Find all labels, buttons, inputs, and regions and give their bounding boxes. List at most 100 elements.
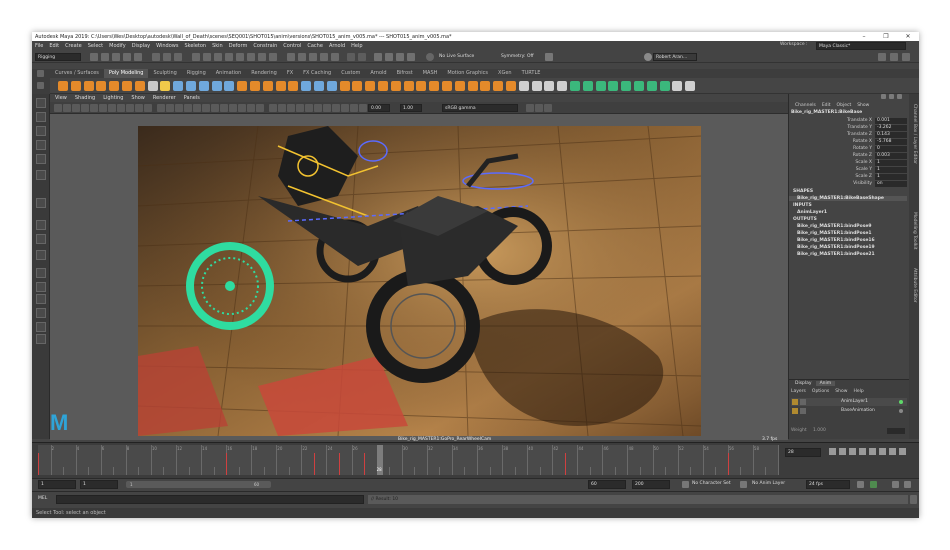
channel-row[interactable]: Rotate Y0 [789,145,919,152]
shelf-tool-icon[interactable] [518,81,529,91]
select-deformations-icon[interactable] [236,53,244,61]
viewport-tool-icon[interactable] [193,104,201,112]
menu-select[interactable]: Select [88,43,103,49]
weight-slider[interactable] [887,428,905,434]
tool-icon[interactable] [36,308,46,318]
go-end-icon[interactable] [899,448,906,455]
viewport-tool-icon[interactable] [175,104,183,112]
close-button[interactable]: ✕ [897,32,919,41]
shelf-tool-icon[interactable] [634,81,644,91]
shelf-tool-icon[interactable] [378,81,388,91]
shelf-tool-icon[interactable] [134,81,145,91]
shelf-tool-icon[interactable] [480,81,491,91]
select-dynamics-icon[interactable] [247,53,255,61]
shelf-tool-icon[interactable] [672,81,683,91]
time-slider-track[interactable]: 2468101214161820222426283032343638404244… [38,445,779,475]
channel-row[interactable]: Visibility on [789,180,919,187]
playback-end-field[interactable]: 60 [588,480,626,489]
shelf-tab-arnold[interactable]: Arnold [365,69,391,78]
exposure-field[interactable]: 0.00 [368,104,390,112]
tool-icon[interactable] [36,198,46,208]
undo-icon[interactable] [123,53,131,61]
shelf-tool-icon[interactable] [288,81,299,91]
shelf-tool-icon[interactable] [506,81,516,91]
animation-start-field[interactable]: 1 [38,480,76,489]
channel-value[interactable]: 1 [875,166,907,173]
channel-box-menu-channels[interactable]: Channels [795,103,816,108]
symmetry-dropdown[interactable]: Symmetry: Off [499,53,539,61]
select-rendering-icon[interactable] [258,53,266,61]
shelf-tool-icon[interactable] [557,81,568,91]
workspace-dropdown[interactable]: Maya Classic* [816,42,906,50]
shelf-tool-icon[interactable] [621,81,632,91]
channel-box-icon[interactable] [881,94,886,99]
output-node[interactable]: Bike_rig_MASTER1:bindPose21 [789,252,875,257]
shelf-tool-icon[interactable] [237,81,248,91]
shelf-tool-icon[interactable] [173,81,184,91]
viewport-tool-icon[interactable] [535,104,543,112]
command-input[interactable] [56,495,364,504]
viewport-tool-icon[interactable] [90,104,98,112]
viewport-tool-icon[interactable] [341,104,349,112]
toggle-tool-settings-icon[interactable] [902,53,910,61]
viewport-tool-icon[interactable] [238,104,246,112]
shelf-tool-icon[interactable] [58,81,68,91]
select-handles-icon[interactable] [192,53,200,61]
animation-end-field[interactable]: 200 [632,480,670,489]
viewport-menu-lighting[interactable]: Lighting [103,95,123,101]
select-curves-icon[interactable] [214,53,222,61]
shelf-tool-icon[interactable] [83,81,94,91]
shelf-tool-icon[interactable] [429,81,440,91]
viewport-menu-shading[interactable]: Shading [75,95,95,101]
shelf-tab-turtle[interactable]: TURTLE [517,69,546,78]
channel-value[interactable]: 0 [875,145,907,152]
viewport-menu-panels[interactable]: Panels [184,95,200,101]
viewport-tool-icon[interactable] [135,104,143,112]
select-hierarchy-icon[interactable] [152,53,160,61]
viewport-scene[interactable] [138,126,701,436]
viewport-tool-icon[interactable] [287,104,295,112]
snap-view-plane-icon[interactable] [320,53,328,61]
shelf-tool-icon[interactable] [224,81,235,91]
channel-value[interactable]: 1 [875,173,907,180]
shelf-tool-icon[interactable] [211,81,222,91]
shelf-tool-icon[interactable] [582,81,593,91]
menu-modify[interactable]: Modify [109,43,126,49]
shelf-tab-xgen[interactable]: XGen [493,69,517,78]
viewport-tool-icon[interactable] [72,104,80,112]
tool-icon[interactable] [36,140,46,150]
layer-row[interactable]: BaseAnimation [791,407,907,415]
menu-deform[interactable]: Deform [229,43,248,49]
layer-solo-icon[interactable] [800,408,806,414]
redo-icon[interactable] [134,53,142,61]
shelf-tab-poly-modeling[interactable]: Poly Modeling [103,69,149,78]
viewport-tool-icon[interactable] [332,104,340,112]
output-node[interactable]: Bike_rig_MASTER1:bindPose19 [789,245,875,250]
viewport-tool-icon[interactable] [184,104,192,112]
input-output-icon[interactable] [347,53,355,61]
tool-settings-icon[interactable] [897,94,902,99]
render-settings-icon[interactable] [396,53,404,61]
viewport-tool-icon[interactable] [256,104,264,112]
shelf-tool-icon[interactable] [467,81,478,91]
shelf-tab-rendering[interactable]: Rendering [246,69,282,78]
render-frame-icon[interactable] [374,53,382,61]
preferences-icon[interactable] [904,481,911,488]
keyframe-marker[interactable] [226,453,228,475]
shelf-tool-icon[interactable] [326,81,337,91]
channel-row[interactable]: Translate X 0.001 [789,117,919,124]
viewport-tool-icon[interactable] [202,104,210,112]
shelf-tool-icon[interactable] [352,81,363,91]
menu-constrain[interactable]: Constrain [253,43,277,49]
channel-value[interactable]: on [875,180,907,187]
side-tab-attribute-editor[interactable]: Attribute Editor [912,268,917,303]
shelf-tool-icon[interactable] [531,81,542,91]
shelf-tool-icon[interactable] [147,81,158,91]
keyframe-marker[interactable] [38,453,39,475]
viewport-tool-icon[interactable] [99,104,107,112]
viewport-menu-renderer[interactable]: Renderer [153,95,176,101]
tool-icon[interactable] [36,268,46,278]
select-misc-icon[interactable] [269,53,277,61]
tool-icon[interactable] [36,322,46,332]
shelf-menu-icon[interactable] [37,82,44,89]
